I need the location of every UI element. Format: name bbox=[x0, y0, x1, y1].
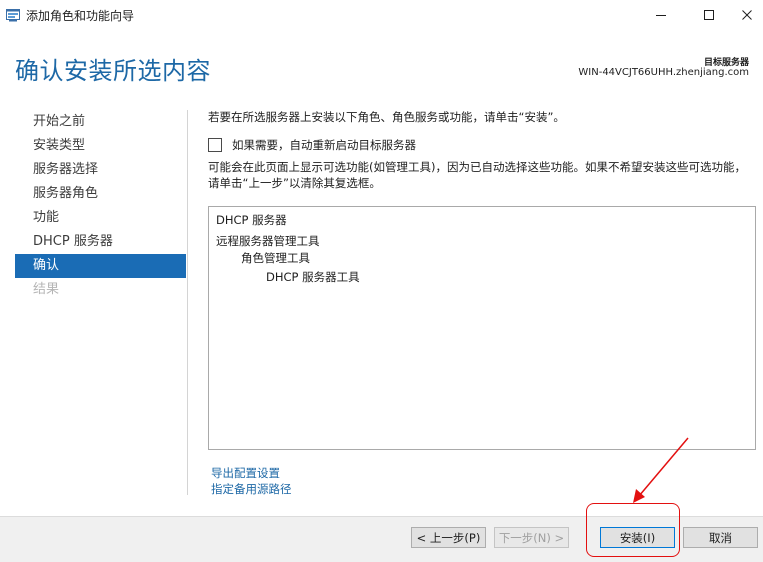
title-bar: 添加角色和功能向导 bbox=[0, 0, 763, 30]
nav-step-results: 结果 bbox=[33, 282, 60, 297]
list-item: DHCP 服务器工具 bbox=[266, 270, 360, 284]
page-title: 确认安装所选内容 bbox=[15, 57, 211, 85]
nav-step-installation-type[interactable]: 安装类型 bbox=[15, 134, 186, 158]
list-item: 远程服务器管理工具 bbox=[216, 234, 320, 248]
install-highlight-annotation bbox=[586, 503, 680, 557]
sidebar-divider bbox=[187, 110, 188, 495]
nav-step-server-selection[interactable]: 服务器选择 bbox=[15, 158, 186, 182]
restart-checkbox[interactable] bbox=[208, 138, 222, 152]
window-title: 添加角色和功能向导 bbox=[26, 9, 135, 23]
next-button[interactable]: 下一步(N) > bbox=[494, 527, 569, 548]
nav-step-before-you-begin[interactable]: 开始之前 bbox=[15, 110, 186, 134]
nav-step-confirmation[interactable]: 确认 bbox=[15, 254, 186, 278]
wizard-steps-nav: 开始之前 安装类型 服务器选择 服务器角色 功能 DHCP 服务器 确认 结果 bbox=[15, 110, 186, 302]
close-button[interactable] bbox=[724, 0, 763, 30]
alternate-source-link[interactable]: 指定备用源路径 bbox=[211, 481, 292, 497]
restart-checkbox-label[interactable]: 如果需要，自动重新启动目标服务器 bbox=[232, 137, 416, 153]
nav-step-features[interactable]: 功能 bbox=[15, 206, 186, 230]
previous-button[interactable]: < 上一步(P) bbox=[411, 527, 486, 548]
minimize-icon bbox=[655, 6, 667, 25]
optional-features-note: 可能会在此页面上显示可选功能(如管理工具)，因为已自动选择这些功能。如果不希望安… bbox=[208, 160, 746, 190]
export-config-link[interactable]: 导出配置设置 bbox=[211, 465, 280, 481]
list-item: 角色管理工具 bbox=[241, 251, 310, 265]
list-item: DHCP 服务器 bbox=[216, 213, 287, 227]
cancel-button[interactable]: 取消 bbox=[683, 527, 758, 548]
intro-text: 若要在所选服务器上安装以下角色、角色服务或功能，请单击“安装”。 bbox=[208, 110, 565, 124]
close-icon bbox=[741, 6, 753, 25]
nav-step-dhcp-server[interactable]: DHCP 服务器 bbox=[15, 230, 186, 254]
restart-option[interactable]: 如果需要，自动重新启动目标服务器 bbox=[208, 137, 416, 153]
selection-list[interactable]: DHCP 服务器 远程服务器管理工具 角色管理工具 DHCP 服务器工具 bbox=[208, 206, 756, 450]
nav-step-server-roles[interactable]: 服务器角色 bbox=[15, 182, 186, 206]
maximize-icon bbox=[703, 6, 715, 25]
minimize-button[interactable] bbox=[638, 0, 684, 30]
target-server-name: WIN-44VCJT66UHH.zhenjiang.com bbox=[578, 67, 749, 78]
wizard-app-icon bbox=[6, 7, 20, 22]
